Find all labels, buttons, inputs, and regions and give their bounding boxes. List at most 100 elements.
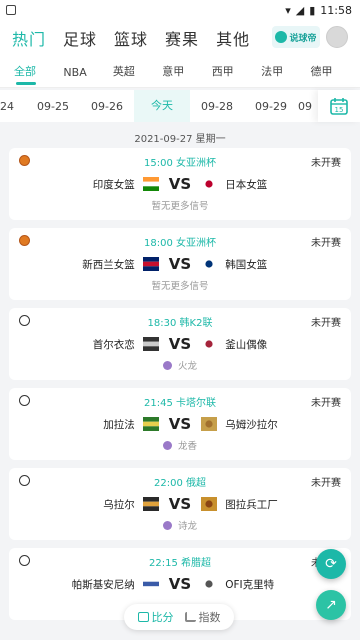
tab-hot[interactable]: 热门 — [12, 26, 46, 50]
battery-icon: ▮ — [309, 3, 316, 17]
league-tab-ligue1[interactable]: 法甲 — [261, 63, 310, 87]
match-teams: 加拉法 VS 乌姆沙拉尔 — [9, 415, 351, 433]
home-team-logo — [142, 257, 159, 271]
away-team: 釜山偶像 — [225, 338, 268, 351]
match-status: 未开赛 — [311, 318, 341, 329]
vs-label: VS — [168, 175, 192, 193]
score-tab[interactable]: 比分 — [132, 609, 179, 625]
calendar-button[interactable]: 15 — [318, 90, 360, 122]
away-team-logo — [201, 337, 218, 351]
share-icon: ↗ — [325, 597, 337, 613]
league-tab-laliga[interactable]: 西甲 — [212, 63, 261, 87]
signal-icon: ◢ — [295, 3, 305, 17]
bottom-toggle: 比分 指数 — [124, 604, 234, 630]
away-team: 日本女篮 — [225, 178, 268, 191]
brand-icon — [275, 31, 288, 43]
match-card[interactable]: 21:45 卡塔尔联 未开赛 加拉法 VS 乌姆沙拉尔 龙香 — [9, 388, 351, 460]
league-tabs: 全部 NBA 英超 意甲 西甲 法甲 德甲 — [0, 56, 360, 88]
home-team: 帕斯基安尼纳 — [71, 578, 135, 591]
away-team: 乌姆沙拉尔 — [225, 418, 278, 431]
person-icon — [162, 440, 172, 450]
tab-basketball[interactable]: 篮球 — [114, 26, 148, 50]
brand-label: 说球帝 — [289, 33, 317, 44]
match-list: 15:00 女亚洲杯 未开赛 印度女篮 VS 日本女篮 暂无更多信号 18:00… — [0, 148, 360, 620]
league-tab-all[interactable]: 全部 — [14, 63, 63, 87]
match-sub: 火龙 — [9, 358, 351, 372]
league-tab-epl[interactable]: 英超 — [113, 63, 162, 87]
score-tab-label: 比分 — [151, 611, 174, 624]
brand: 说球帝 — [272, 26, 348, 48]
home-team: 新西兰女篮 — [82, 258, 135, 271]
share-button[interactable]: ↗ — [316, 590, 346, 620]
app-notification-icon — [6, 5, 16, 15]
vs-label: VS — [168, 255, 192, 273]
match-teams: 乌拉尔 VS 图拉兵工厂 — [9, 495, 351, 513]
match-teams: 首尔衣恋 VS 釜山偶像 — [9, 335, 351, 353]
match-status: 未开赛 — [311, 238, 341, 249]
match-time-competition: 18:30 韩K2联 — [147, 318, 213, 329]
index-tab-label: 指数 — [198, 611, 221, 624]
away-team-logo — [201, 257, 218, 271]
date-strip: 24 09-25 09-26 今天 09-28 09-29 09 15 — [0, 90, 360, 122]
index-tab[interactable]: 指数 — [179, 609, 226, 625]
home-team: 印度女篮 — [92, 178, 135, 191]
match-teams: 新西兰女篮 VS 韩国女篮 — [9, 255, 351, 273]
match-teams: 印度女篮 VS 日本女篮 — [9, 175, 351, 193]
match-sub-text: 暂无更多信号 — [151, 201, 209, 212]
league-tab-seriea[interactable]: 意甲 — [162, 63, 211, 87]
home-team-logo — [142, 177, 159, 191]
date-item[interactable]: 09-29 — [244, 100, 298, 113]
vs-label: VS — [168, 415, 192, 433]
match-sub-text: 龙香 — [177, 441, 197, 452]
tab-results[interactable]: 赛果 — [165, 26, 199, 50]
refresh-icon: ⟳ — [325, 556, 337, 572]
date-item[interactable]: 09-26 — [80, 100, 134, 113]
home-team: 乌拉尔 — [103, 498, 135, 511]
date-item[interactable]: 09-25 — [26, 100, 80, 113]
match-time-competition: 22:00 俄超 — [154, 478, 206, 489]
match-sub: 暂无更多信号 — [9, 198, 351, 212]
vs-label: VS — [168, 575, 192, 593]
match-card[interactable]: 18:00 女亚洲杯 未开赛 新西兰女篮 VS 韩国女篮 暂无更多信号 — [9, 228, 351, 300]
vs-label: VS — [168, 335, 192, 353]
home-team: 加拉法 — [103, 418, 135, 431]
date-item-today[interactable]: 今天 — [134, 90, 190, 122]
match-sub: 龙香 — [9, 438, 351, 452]
match-sub: 暂无更多信号 — [9, 278, 351, 292]
calendar-number: 15 — [335, 106, 344, 114]
refresh-button[interactable]: ⟳ — [316, 549, 346, 579]
clock: 11:58 — [320, 3, 352, 17]
vs-label: VS — [168, 495, 192, 513]
top-nav: 热门 足球 篮球 赛果 其他 说球帝 — [0, 20, 360, 56]
avatar[interactable] — [326, 26, 348, 48]
away-team-logo — [201, 497, 218, 511]
match-card[interactable]: 22:00 俄超 未开赛 乌拉尔 VS 图拉兵工厂 诗龙 — [9, 468, 351, 540]
match-sub-text: 火龙 — [177, 361, 197, 372]
match-time-competition: 18:00 女亚洲杯 — [144, 238, 216, 249]
home-team-logo — [142, 417, 159, 431]
match-time-competition: 15:00 女亚洲杯 — [144, 158, 216, 169]
away-team-logo — [201, 417, 218, 431]
date-item[interactable]: 09-28 — [190, 100, 244, 113]
score-icon — [137, 612, 149, 622]
match-sub: 诗龙 — [9, 518, 351, 532]
date-item[interactable]: 24 — [0, 100, 26, 113]
match-status: 未开赛 — [311, 478, 341, 489]
person-icon — [162, 360, 172, 370]
home-team-logo — [142, 337, 159, 351]
league-tab-nba[interactable]: NBA — [63, 66, 112, 87]
brand-logo[interactable]: 说球帝 — [272, 26, 320, 48]
match-status: 未开赛 — [311, 158, 341, 169]
match-card[interactable]: 18:30 韩K2联 未开赛 首尔衣恋 VS 釜山偶像 火龙 — [9, 308, 351, 380]
calendar-icon: 15 — [330, 98, 348, 115]
match-card[interactable]: 15:00 女亚洲杯 未开赛 印度女篮 VS 日本女篮 暂无更多信号 — [9, 148, 351, 220]
away-team: 韩国女篮 — [225, 258, 268, 271]
index-icon — [184, 612, 196, 622]
tab-football[interactable]: 足球 — [63, 26, 97, 50]
league-tab-bundesliga[interactable]: 德甲 — [311, 63, 360, 87]
person-icon — [162, 520, 172, 530]
away-team: OFI克里特 — [225, 578, 275, 591]
tab-other[interactable]: 其他 — [216, 26, 250, 50]
match-teams: 帕斯基安尼纳 VS OFI克里特 — [9, 575, 351, 593]
day-header: 2021-09-27 星期一 — [134, 133, 226, 145]
